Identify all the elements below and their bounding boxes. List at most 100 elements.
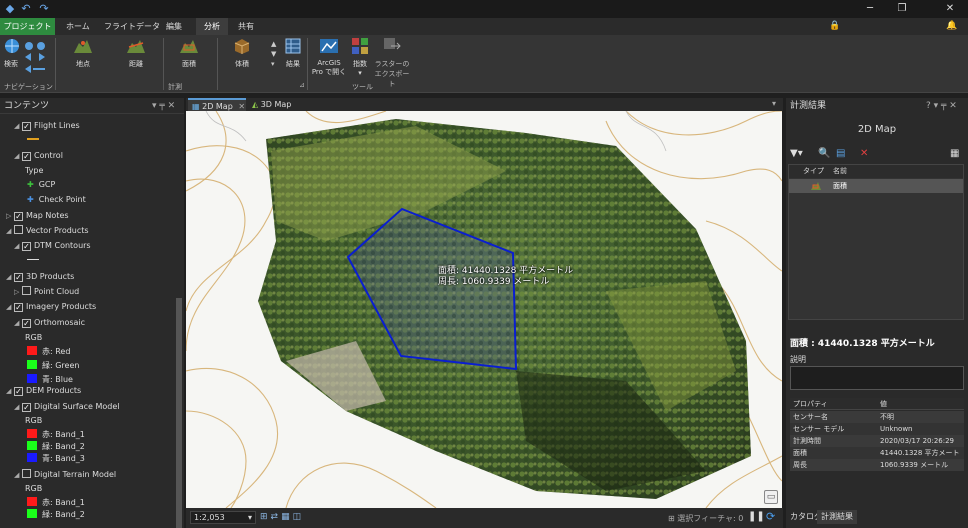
layer-checkbox[interactable]: ✓ bbox=[22, 319, 31, 328]
layer-checkbox[interactable]: ✓ bbox=[14, 387, 23, 396]
layer-dtm[interactable]: ◢ Digital Terrain Model bbox=[14, 468, 116, 482]
layer-dtm-contours[interactable]: ◢ ✓ DTM Contours bbox=[14, 239, 91, 253]
map-tools-icons[interactable]: ⊞⇄▦◫ bbox=[260, 512, 304, 522]
layer-flight-lines[interactable]: ◢ ✓ Flight Lines bbox=[14, 119, 80, 133]
tab-edit[interactable]: 編集 bbox=[158, 18, 190, 35]
layer-checkbox[interactable] bbox=[14, 225, 23, 234]
tab-home[interactable]: ホーム bbox=[58, 18, 98, 35]
globe-icon bbox=[5, 39, 19, 53]
legend-item-gcp: ✚ GCP bbox=[27, 180, 56, 189]
layer-checkbox[interactable] bbox=[22, 469, 31, 478]
layer-vector-products[interactable]: ◢ Vector Products bbox=[6, 224, 89, 238]
tab-project[interactable]: プロジェクト bbox=[0, 18, 55, 35]
layer-dsm[interactable]: ◢ ✓ Digital Surface Model bbox=[14, 400, 120, 414]
lock-icon[interactable]: 🔒 bbox=[829, 21, 840, 31]
map-notes-icon[interactable]: ▭ bbox=[764, 490, 778, 504]
arcgis-pro-button[interactable]: ArcGIS Pro で開く bbox=[310, 37, 348, 77]
tab-3d-map[interactable]: ◭ 3D Map bbox=[248, 98, 308, 111]
export-icon[interactable]: ▤ bbox=[836, 148, 845, 159]
map-canvas[interactable] bbox=[186, 111, 782, 508]
layer-checkbox[interactable]: ✓ bbox=[14, 273, 23, 282]
layer-checkbox[interactable]: ✓ bbox=[22, 242, 31, 251]
tab-2d-map[interactable]: ▦ 2D Map ✕ bbox=[188, 98, 246, 111]
delete-icon[interactable]: ✕ bbox=[860, 148, 868, 159]
close-icon[interactable]: ✕ bbox=[238, 102, 245, 111]
tools-group-label: ツール bbox=[352, 83, 373, 91]
expand-icon[interactable]: ◢ bbox=[6, 224, 14, 238]
map-view[interactable]: 面積: 41440.1328 平方メートル 周長: 1060.9339 メートル… bbox=[186, 111, 782, 508]
distance-button[interactable]: 距離 bbox=[121, 37, 151, 69]
expand-icon[interactable]: ▷ bbox=[14, 285, 22, 299]
search-button[interactable]: 検索 bbox=[2, 37, 20, 69]
blue-swatch bbox=[27, 374, 37, 383]
expand-icon[interactable]: ◢ bbox=[14, 239, 22, 253]
layer-control[interactable]: ◢ ✓ Control bbox=[14, 149, 63, 163]
description-field[interactable] bbox=[790, 366, 964, 390]
legend-item-check-point: ✚ Check Point bbox=[27, 195, 86, 204]
expand-icon[interactable]: ◢ bbox=[14, 119, 22, 133]
dialog-launcher-icon[interactable]: ⊿ bbox=[299, 81, 305, 89]
legend-item-red: 赤: Red bbox=[27, 345, 70, 359]
pause-icon[interactable]: ❚❚ bbox=[748, 511, 765, 522]
index-button[interactable]: 指数 ▾ bbox=[349, 37, 371, 77]
ribbon-scroll-icon[interactable]: ▲ ▼ ▾ bbox=[271, 39, 276, 69]
legend-item-green: 緑: Green bbox=[27, 359, 79, 373]
expand-icon[interactable]: ◢ bbox=[6, 384, 14, 398]
table-options-icon[interactable]: ▦ bbox=[950, 148, 959, 159]
pan-arrows-icon[interactable] bbox=[22, 39, 48, 75]
chevron-down-icon: ▾ bbox=[247, 513, 252, 522]
tab-analysis[interactable]: 分析 bbox=[196, 18, 228, 35]
filter-icon[interactable]: ▼▾ bbox=[790, 148, 803, 159]
tab-share[interactable]: 共有 bbox=[230, 18, 262, 35]
layer-checkbox[interactable]: ✓ bbox=[14, 212, 23, 221]
refresh-icon[interactable]: ⟳ bbox=[766, 510, 775, 523]
layer-dem-products[interactable]: ◢ ✓ DEM Products bbox=[6, 384, 81, 398]
map-tabs-dropdown-icon[interactable]: ▾ bbox=[772, 99, 776, 108]
layer-orthomosaic[interactable]: ◢ ✓ Orthomosaic bbox=[14, 316, 85, 330]
layer-checkbox[interactable] bbox=[22, 286, 31, 295]
expand-icon[interactable]: ◢ bbox=[6, 270, 14, 284]
maximize-button[interactable]: ❐ bbox=[888, 0, 916, 18]
expand-icon[interactable]: ◢ bbox=[14, 468, 22, 482]
scale-selector[interactable]: 1:2,053 ▾ bbox=[190, 511, 256, 524]
close-button[interactable]: ✕ bbox=[936, 0, 964, 18]
expand-icon[interactable]: ◢ bbox=[14, 316, 22, 330]
pane-title: 計測結果 bbox=[790, 101, 827, 111]
expand-icon[interactable]: ◢ bbox=[14, 149, 22, 163]
column-name[interactable]: 名前 bbox=[833, 165, 847, 178]
separator bbox=[163, 38, 164, 90]
area-label: 面積: 41440.1328 平方メートル bbox=[438, 266, 574, 276]
undo-icon[interactable]: ↶ bbox=[19, 2, 33, 16]
green-swatch bbox=[27, 441, 37, 450]
layer-point-cloud[interactable]: ▷ Point Cloud bbox=[14, 285, 79, 299]
layer-checkbox[interactable]: ✓ bbox=[22, 403, 31, 412]
selected-features[interactable]: ⊞ 選択フィーチャ: 0 bbox=[668, 513, 743, 524]
results-button[interactable]: 結果 bbox=[282, 37, 304, 69]
area-button[interactable]: 面積 bbox=[174, 37, 204, 69]
layer-3d-products[interactable]: ◢ ✓ 3D Products bbox=[6, 270, 74, 284]
expand-icon[interactable]: ◢ bbox=[14, 400, 22, 414]
blue-swatch bbox=[27, 453, 37, 462]
layer-checkbox[interactable]: ✓ bbox=[22, 122, 31, 131]
pane-options-icon[interactable]: ? ▾ ╤ ✕ bbox=[926, 98, 957, 114]
redo-icon[interactable]: ↷ bbox=[37, 2, 51, 16]
minimize-button[interactable]: ─ bbox=[856, 0, 884, 18]
search-icon[interactable]: 🔍 bbox=[818, 148, 830, 159]
expand-icon[interactable]: ▷ bbox=[6, 209, 14, 223]
pane-options-icon[interactable]: ▾ ╤ ✕ bbox=[152, 98, 175, 114]
scene-icon: ◭ bbox=[252, 100, 259, 109]
layer-imagery-products[interactable]: ◢ ✓ Imagery Products bbox=[6, 300, 96, 314]
volume-button[interactable]: 体積 bbox=[227, 37, 257, 69]
raster-export-button[interactable]: ラスターの エクスポート bbox=[372, 37, 412, 89]
layer-map-notes[interactable]: ▷ ✓ Map Notes bbox=[6, 209, 69, 223]
notification-icon[interactable]: 🔔 bbox=[946, 21, 957, 31]
layer-checkbox[interactable]: ✓ bbox=[22, 152, 31, 161]
point-button[interactable]: 地点 bbox=[68, 37, 98, 69]
tab-measurement-results[interactable]: 計測結果 bbox=[817, 510, 857, 524]
result-row[interactable]: 面積 bbox=[789, 179, 963, 193]
column-type[interactable]: タイプ bbox=[803, 165, 824, 178]
measurement-label: 面積: 41440.1328 平方メートル 周長: 1060.9339 メートル bbox=[438, 266, 573, 288]
scrollbar-thumb[interactable] bbox=[176, 298, 182, 528]
layer-checkbox[interactable]: ✓ bbox=[14, 303, 23, 312]
expand-icon[interactable]: ◢ bbox=[6, 300, 14, 314]
